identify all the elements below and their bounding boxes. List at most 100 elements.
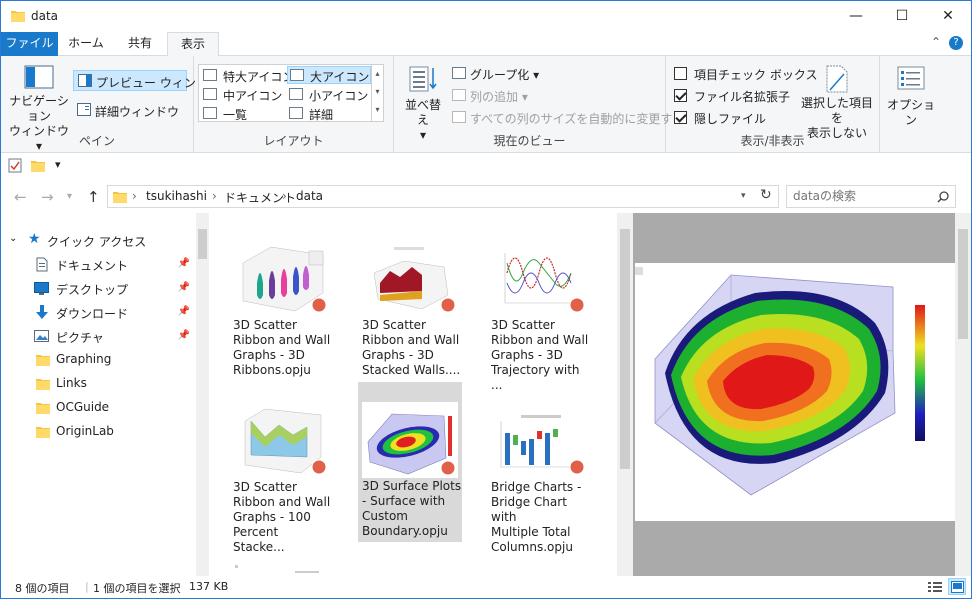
details-pane-icon — [77, 103, 91, 116]
refresh-button[interactable]: ↻ — [760, 187, 772, 203]
options-label: オプション — [886, 98, 935, 127]
file-thumbnail — [493, 405, 587, 477]
search-box[interactable] — [786, 185, 956, 208]
l-icons-label: 大アイコン — [310, 70, 370, 84]
breadcrumb-item[interactable]: data — [296, 189, 323, 203]
file-extensions-label: ファイル名拡張子 — [694, 90, 791, 104]
item-checkboxes-toggle[interactable]: 項目チェック ボックス — [674, 65, 817, 83]
back-button[interactable]: ← — [14, 188, 27, 206]
sort-icon — [409, 66, 437, 92]
preview-scroll-thumb[interactable] — [958, 229, 968, 339]
hide-selected-icon — [826, 65, 848, 93]
preview-pane-button[interactable]: プレビュー ウィンドウ — [73, 70, 220, 91]
list-item[interactable]: 3D Scatter Ribbon and Wall Graphs - 3D Ribb… — [229, 243, 335, 383]
sidebar-item[interactable]: Links — [1, 373, 196, 395]
search-input[interactable] — [793, 189, 933, 203]
tab-home[interactable]: ホーム — [61, 32, 111, 56]
content-scrollbar[interactable] — [617, 213, 633, 576]
layout-l-icons[interactable]: 大アイコン — [287, 66, 371, 84]
pin-icon[interactable]: 📌 — [178, 306, 190, 317]
large-icons-view-button[interactable] — [948, 578, 966, 595]
file-name: 3D Scatter Ribbon and Wall Graphs - 3D Stac… — [362, 318, 461, 377]
nav-scroll-thumb[interactable] — [198, 229, 207, 259]
maximize-button[interactable]: ☐ — [879, 1, 925, 32]
item-count: 8 個の項目 — [15, 582, 70, 595]
layout-group-label: レイアウト — [263, 134, 324, 148]
group-pane: ナビゲーション ウィンドウ ▾ プレビュー ウィンドウ 詳細ウィンドウ ペイン — [1, 56, 220, 153]
help-icon[interactable]: ? — [949, 36, 963, 50]
sidebar-item[interactable]: デスクトップ 📌 — [1, 278, 196, 300]
add-column-button[interactable]: 列の追加 ▾ — [452, 86, 542, 106]
sidebar-item[interactable]: OriginLab — [1, 421, 196, 443]
forward-button[interactable]: → — [41, 188, 54, 206]
address-dropdown[interactable]: ▾ — [741, 191, 746, 201]
address-row: ← → ▾ ↑ › tsukihashi › ドキュメント › data ▾ ↻ — [1, 181, 971, 213]
s-icons-icon — [289, 88, 303, 100]
content-scroll-thumb[interactable] — [620, 229, 630, 469]
pin-icon[interactable]: 📌 — [178, 282, 190, 293]
recent-dropdown[interactable]: ▾ — [67, 191, 72, 202]
chevron-up-icon[interactable]: ⌃ — [931, 35, 941, 49]
sidebar-item[interactable]: OCGuide — [1, 397, 196, 419]
folder-icon — [113, 192, 127, 203]
sidebar-item[interactable]: ピクチャ 📌 — [1, 326, 196, 348]
list-item-selected[interactable]: 3D Surface Plots - Surface with Custom Boun… — [358, 382, 462, 542]
details-label: 詳細 — [309, 108, 334, 122]
list-item[interactable]: Bridge Charts - Bridge Chart with Multiple… — [487, 405, 593, 554]
list-item[interactable]: 3D Scatter Ribbon and Wall Graphs - 3D Stac… — [358, 243, 464, 383]
search-icon[interactable] — [937, 191, 949, 203]
layout-m-icons[interactable]: 中アイコン — [201, 85, 285, 103]
sidebar-item-label: OCGuide — [56, 400, 110, 414]
chevron-down-icon[interactable]: ⌄ — [9, 233, 17, 244]
layout-details[interactable]: 詳細 — [287, 104, 371, 122]
preview-scrollbar[interactable] — [955, 213, 971, 576]
tab-file[interactable]: ファイル — [1, 32, 58, 56]
list-label: 一覧 — [223, 108, 248, 122]
tab-view[interactable]: 表示 — [167, 32, 219, 57]
folder-icon — [36, 427, 50, 438]
nav-scrollbar[interactable] — [196, 213, 209, 576]
group-by-button[interactable]: グループ化 ▾ — [452, 64, 542, 84]
list-item[interactable]: 3D Scatter Ribbon and Wall Graphs - 100 Per… — [229, 405, 335, 554]
pin-icon[interactable]: 📌 — [178, 330, 190, 341]
breadcrumb-item[interactable]: tsukihashi — [146, 189, 207, 203]
list-item[interactable]: 3D Scatter Ribbon and Wall Graphs - 3D Traj… — [487, 243, 593, 392]
address-bar[interactable]: › tsukihashi › ドキュメント › data ▾ ↻ — [107, 185, 779, 208]
properties-icon[interactable] — [8, 158, 22, 173]
close-button[interactable]: ✕ — [925, 1, 971, 32]
folder-icon — [11, 11, 25, 22]
layout-xl-icons[interactable]: 特大アイコン — [201, 66, 294, 84]
fit-columns-button[interactable]: すべての列のサイズを自動的に変更する — [452, 108, 684, 128]
file-name: 3D Scatter Ribbon and Wall Graphs - 3D Ribb… — [233, 318, 331, 377]
layout-gallery: 特大アイコン 大アイコン 中アイコン 小アイコン 一覧 詳細 ▴ ▾ ▾ — [198, 64, 384, 122]
qat-dropdown[interactable]: ▾ — [55, 158, 61, 171]
up-button[interactable]: ↑ — [87, 188, 100, 206]
file-thumbnail — [362, 402, 458, 478]
hidden-items-toggle[interactable]: 隠しファイル — [674, 109, 798, 127]
group-options: オプション — [880, 56, 940, 153]
options-button[interactable]: オプション — [884, 66, 938, 128]
pin-icon[interactable]: 📌 — [178, 258, 190, 269]
hide-selected-button[interactable]: 選択した項目を 表示しない — [798, 64, 876, 141]
sidebar-item[interactable]: ドキュメント 📌 — [1, 254, 196, 276]
list-item[interactable] — [229, 563, 335, 576]
item-checkboxes-checkbox[interactable] — [674, 67, 687, 80]
tab-share[interactable]: 共有 — [115, 32, 165, 56]
layout-gallery-scroll[interactable]: ▴ ▾ ▾ — [371, 65, 383, 121]
sort-by-label: 並べ替え — [404, 98, 441, 127]
minimize-button[interactable]: — — [833, 1, 879, 32]
nav-quick-access[interactable]: ⌄ ★ クイック アクセス — [1, 230, 196, 252]
file-extensions-checkbox[interactable] — [674, 89, 687, 102]
details-pane-button[interactable]: 詳細ウィンドウ — [73, 100, 187, 121]
sidebar-item[interactable]: Graphing — [1, 349, 196, 371]
sidebar-item[interactable]: ダウンロード 📌 — [1, 302, 196, 324]
layout-list[interactable]: 一覧 — [201, 104, 285, 122]
l-icons-icon — [290, 69, 304, 81]
file-name: 3D Surface Plots - Surface with Custom Boun… — [362, 479, 462, 538]
details-view-icon[interactable] — [927, 580, 943, 594]
layout-s-icons[interactable]: 小アイコン — [287, 85, 371, 103]
file-extensions-toggle[interactable]: ファイル名拡張子 — [674, 87, 798, 105]
hidden-items-checkbox[interactable] — [674, 111, 687, 124]
new-folder-icon[interactable] — [31, 159, 45, 172]
s-icons-label: 小アイコン — [309, 89, 369, 103]
